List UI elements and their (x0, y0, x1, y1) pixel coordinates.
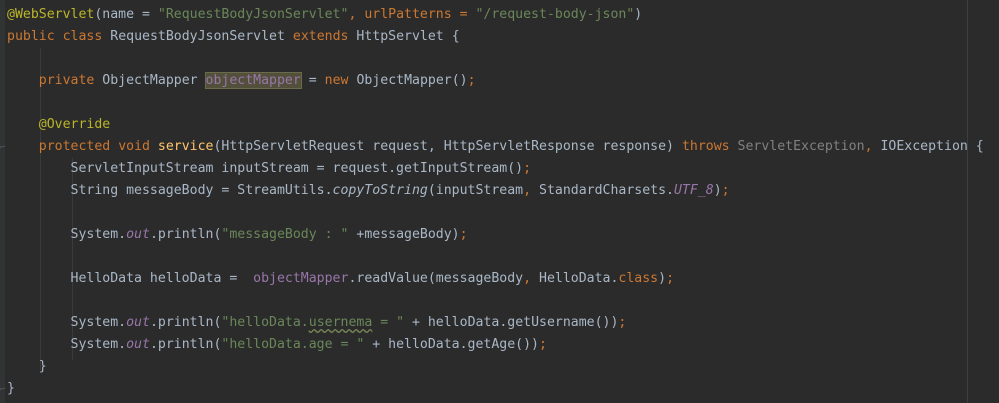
code-editor[interactable]: ⌐ ⌐ @WebServlet(name = "RequestBodyJsonS… (0, 0, 999, 403)
code-token: ) (634, 7, 643, 22)
code-token: .println( (149, 227, 222, 242)
code-token: , (864, 139, 873, 154)
code-line-15[interactable]: System.out.println("helloData.usernema =… (7, 312, 627, 334)
class-name: RequestBodyJsonServlet (110, 29, 285, 44)
string-literal: "messageBody : " (221, 227, 349, 242)
code-token: ; (539, 337, 547, 352)
code-line-13[interactable]: HelloData helloData = objectMapper.readV… (7, 268, 674, 290)
code-token: +messageBody) (348, 227, 460, 242)
keyword: throws (681, 139, 730, 154)
code-line-9[interactable]: String messageBody = StreamUtils.copyToS… (7, 180, 730, 202)
code-token: (HttpServletRequest request, HttpServlet… (213, 139, 674, 154)
code-line-4[interactable]: private ObjectMapper objectMapper = new … (7, 70, 476, 92)
code-token: ; (666, 271, 675, 286)
unused-exception: ServletException (737, 139, 865, 154)
code-token: ServletInputStream inputStream = request… (70, 161, 524, 176)
code-token: IOException { (880, 139, 984, 154)
code-token: ; (467, 73, 476, 88)
string-literal: = " (372, 315, 405, 330)
code-token: , (523, 271, 532, 286)
code-token: ; (618, 315, 627, 330)
code-token: ; (721, 183, 730, 198)
type-name: ObjectMapper (102, 73, 198, 88)
fold-marker-icon[interactable]: ⌐ (0, 144, 7, 153)
code-line-1[interactable]: @WebServlet(name = "RequestBodyJsonServl… (7, 4, 642, 26)
static-field: out (126, 315, 150, 330)
code-token: ) (658, 271, 667, 286)
field-reference: objectMapper (253, 271, 349, 286)
code-token: .println( (149, 315, 222, 330)
fold-marker-icon[interactable]: ⌐ (0, 386, 7, 395)
annotation: @WebServlet (7, 7, 95, 22)
code-token: .println( (149, 337, 222, 352)
code-token: , urlPatterns = (348, 7, 476, 22)
closing-brace: } (38, 359, 47, 374)
static-method: copyToString (332, 183, 428, 198)
class-name: HttpServlet (356, 29, 444, 44)
code-token: System. (70, 227, 127, 242)
string-literal: "/request-body-json" (475, 7, 635, 22)
code-token: = (308, 73, 317, 88)
code-token: StandardCharsets. (531, 183, 674, 198)
closing-brace: } (7, 381, 15, 396)
code-token: (inputStream (427, 183, 524, 198)
keyword: private (38, 73, 95, 88)
code-token: ; (459, 227, 468, 242)
code-token: + helloData.getUsername()) (404, 315, 619, 330)
keyword: void (118, 139, 150, 154)
code-line-16[interactable]: System.out.println("helloData.age = " + … (7, 334, 547, 356)
editor-gutter[interactable] (0, 0, 5, 403)
code-line-18[interactable]: } (7, 378, 15, 400)
annotation: @Override (38, 117, 111, 132)
string-literal: "helloData.age = " (221, 337, 365, 352)
code-token: + helloData.getAge()) (364, 337, 539, 352)
code-token: String messageBody = StreamUtils. (70, 183, 333, 198)
code-token: ; (523, 161, 532, 176)
code-line-11[interactable]: System.out.println("messageBody : " +mes… (7, 224, 468, 246)
string-literal: "RequestBodyJsonServlet" (157, 7, 349, 22)
keyword: public (7, 29, 55, 44)
string-literal: "helloData. (221, 315, 309, 330)
code-token: System. (70, 315, 127, 330)
keyword: extends (292, 29, 349, 44)
keyword: protected (38, 139, 111, 154)
code-token: HelloData. (531, 271, 619, 286)
code-token: (name = (94, 7, 158, 22)
static-field: out (126, 227, 150, 242)
code-token: .readValue(messageBody (348, 271, 524, 286)
code-token: HelloData helloData = (70, 271, 254, 286)
highlighted-field[interactable]: objectMapper (204, 72, 302, 89)
code-line-17[interactable]: } (7, 356, 47, 378)
code-line-6[interactable]: @Override (7, 114, 110, 136)
code-token: , (523, 183, 532, 198)
static-field: out (126, 337, 150, 352)
keyword: class (618, 271, 659, 286)
method-name: service (157, 139, 214, 154)
code-token: { (451, 29, 460, 44)
static-constant: UTF_8 (673, 183, 714, 198)
code-token: ObjectMapper() (356, 73, 468, 88)
code-line-2[interactable]: public class RequestBodyJsonServlet exte… (7, 26, 460, 48)
keyword: new (324, 73, 349, 88)
code-token: ) (713, 183, 722, 198)
keyword: class (62, 29, 103, 44)
typo-warning[interactable]: usernema (309, 315, 373, 330)
code-line-8[interactable]: ServletInputStream inputStream = request… (7, 158, 532, 180)
code-token: System. (70, 337, 127, 352)
code-line-7[interactable]: protected void service(HttpServletReques… (7, 136, 984, 158)
right-margin-guide (967, 0, 968, 403)
